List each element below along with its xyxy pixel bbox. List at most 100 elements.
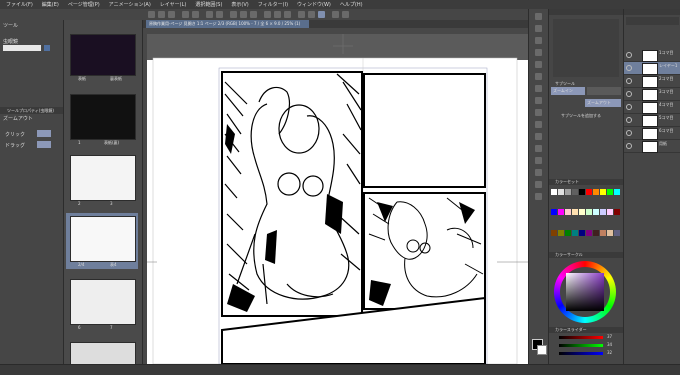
eraser-icon[interactable] (535, 109, 542, 116)
invert-selection-icon[interactable] (250, 11, 257, 18)
layer-row[interactable]: 用紙 (624, 140, 680, 153)
page-thumb-cover[interactable] (70, 34, 136, 76)
guide-icon[interactable] (298, 11, 305, 18)
color-swatch[interactable] (607, 209, 613, 216)
color-swatch[interactable] (614, 189, 620, 195)
eye-icon[interactable] (626, 78, 632, 84)
eye-icon[interactable] (626, 91, 632, 97)
eye-icon[interactable] (626, 117, 632, 123)
pencil-icon[interactable] (535, 73, 542, 80)
new-file-icon[interactable] (148, 11, 155, 18)
deselect-icon[interactable] (240, 11, 247, 18)
menu-animation[interactable]: アニメーション(A) (109, 1, 151, 8)
figure-icon[interactable] (535, 193, 542, 200)
click-toggle[interactable] (37, 130, 51, 137)
clear-icon[interactable] (206, 11, 213, 18)
move-tool-icon[interactable] (535, 25, 542, 32)
color-swatch[interactable] (600, 229, 606, 236)
menu-filter[interactable]: フィルター(I) (258, 1, 288, 8)
layer-row[interactable]: 5コマ目 (624, 114, 680, 127)
layer-row[interactable]: 1コマ目 (624, 49, 680, 62)
color-swatch[interactable] (586, 209, 592, 216)
snap-special-ruler-icon[interactable] (284, 11, 291, 18)
eye-icon[interactable] (626, 143, 632, 149)
saturation-value-square[interactable] (566, 273, 604, 311)
color-swatch[interactable] (579, 229, 585, 236)
menu-layer[interactable]: レイヤー(L) (160, 1, 187, 8)
ruler-icon[interactable] (318, 11, 325, 18)
color-swatch[interactable] (579, 189, 585, 195)
color-swatch[interactable] (572, 229, 578, 236)
layer-row[interactable]: 3コマ目 (624, 88, 680, 101)
zoom-out-button[interactable]: ズームアウト (585, 99, 621, 107)
fill-icon[interactable] (216, 11, 223, 18)
color-swatch[interactable] (551, 189, 557, 195)
color-swatch[interactable] (607, 229, 613, 236)
snap-grid-icon[interactable] (274, 11, 281, 18)
color-swatch[interactable] (565, 229, 571, 236)
eye-icon[interactable] (626, 104, 632, 110)
color-swatch[interactable] (558, 189, 564, 195)
color-swatch[interactable] (551, 229, 557, 236)
document-tab[interactable]: 原稿作業用-ページ 見開き 1:1 ページ 2/3 (RGB) 100% - 7… (146, 20, 309, 28)
zoom-in-alt[interactable] (587, 87, 621, 95)
page-thumb-current[interactable] (70, 216, 136, 262)
layer-row[interactable]: レイヤー1 (624, 62, 680, 75)
b-slider[interactable] (559, 352, 603, 355)
sub-color-swatch[interactable] (537, 345, 547, 355)
fill-tool-icon[interactable] (535, 121, 542, 128)
text-tool-icon[interactable] (535, 133, 542, 140)
zoom-in-button[interactable]: ズームイン (551, 87, 585, 95)
panel-icon[interactable] (342, 11, 349, 18)
color-swatch[interactable] (614, 209, 620, 216)
brush-icon[interactable] (535, 85, 542, 92)
select-tool-icon[interactable] (535, 37, 542, 44)
menu-window[interactable]: ウィンドウ(W) (297, 1, 331, 8)
eyedropper-icon[interactable] (535, 49, 542, 56)
airbrush-icon[interactable] (535, 97, 542, 104)
color-swatch[interactable] (572, 189, 578, 195)
save-icon[interactable] (168, 11, 175, 18)
canvas-area[interactable] (147, 34, 528, 364)
color-swatch[interactable] (586, 229, 592, 236)
g-slider[interactable] (559, 344, 603, 347)
menu-selection[interactable]: 選択範囲(S) (195, 1, 222, 8)
transform-icon[interactable] (230, 11, 237, 18)
menu-help[interactable]: ヘルプ(H) (340, 1, 363, 8)
color-swatch[interactable] (565, 189, 571, 195)
pen-icon[interactable] (535, 61, 542, 68)
grid-icon[interactable] (308, 11, 315, 18)
gradient-icon[interactable] (535, 181, 542, 188)
color-swatch[interactable] (593, 209, 599, 216)
color-swatch[interactable] (607, 189, 613, 195)
undo-icon[interactable] (182, 11, 189, 18)
layer-row[interactable]: 2コマ目 (624, 75, 680, 88)
color-swatch[interactable] (614, 229, 620, 236)
layer-row[interactable]: 4コマ目 (624, 101, 680, 114)
frame-tool-icon[interactable] (535, 157, 542, 164)
layer-row[interactable]: 6コマ目 (624, 127, 680, 140)
r-slider[interactable] (559, 336, 603, 339)
ruler-tool-icon[interactable] (535, 169, 542, 176)
menu-view[interactable]: 表示(V) (231, 1, 248, 8)
eye-icon[interactable] (626, 65, 632, 71)
redo-icon[interactable] (192, 11, 199, 18)
page-thumb-2-3[interactable] (70, 155, 136, 201)
zoom-tool-icon[interactable] (535, 13, 542, 20)
color-swatch[interactable] (600, 209, 606, 216)
menu-edit[interactable]: 編集(E) (42, 1, 59, 8)
tool-color-icon[interactable] (44, 45, 50, 51)
add-subtool-label[interactable]: サブツールを追加する (561, 113, 601, 119)
open-file-icon[interactable] (158, 11, 165, 18)
color-swatch[interactable] (565, 209, 571, 216)
page-thumb-8-9[interactable] (70, 342, 136, 366)
color-swatch[interactable] (593, 189, 599, 195)
color-swatch[interactable] (600, 189, 606, 195)
page-thumb-1[interactable] (70, 94, 136, 140)
eye-icon[interactable] (626, 130, 632, 136)
page-thumb-6-7[interactable] (70, 279, 136, 325)
blend-mode-select[interactable] (626, 17, 679, 25)
eye-icon[interactable] (626, 52, 632, 58)
color-swatch[interactable] (551, 209, 557, 216)
drag-toggle[interactable] (37, 141, 51, 148)
